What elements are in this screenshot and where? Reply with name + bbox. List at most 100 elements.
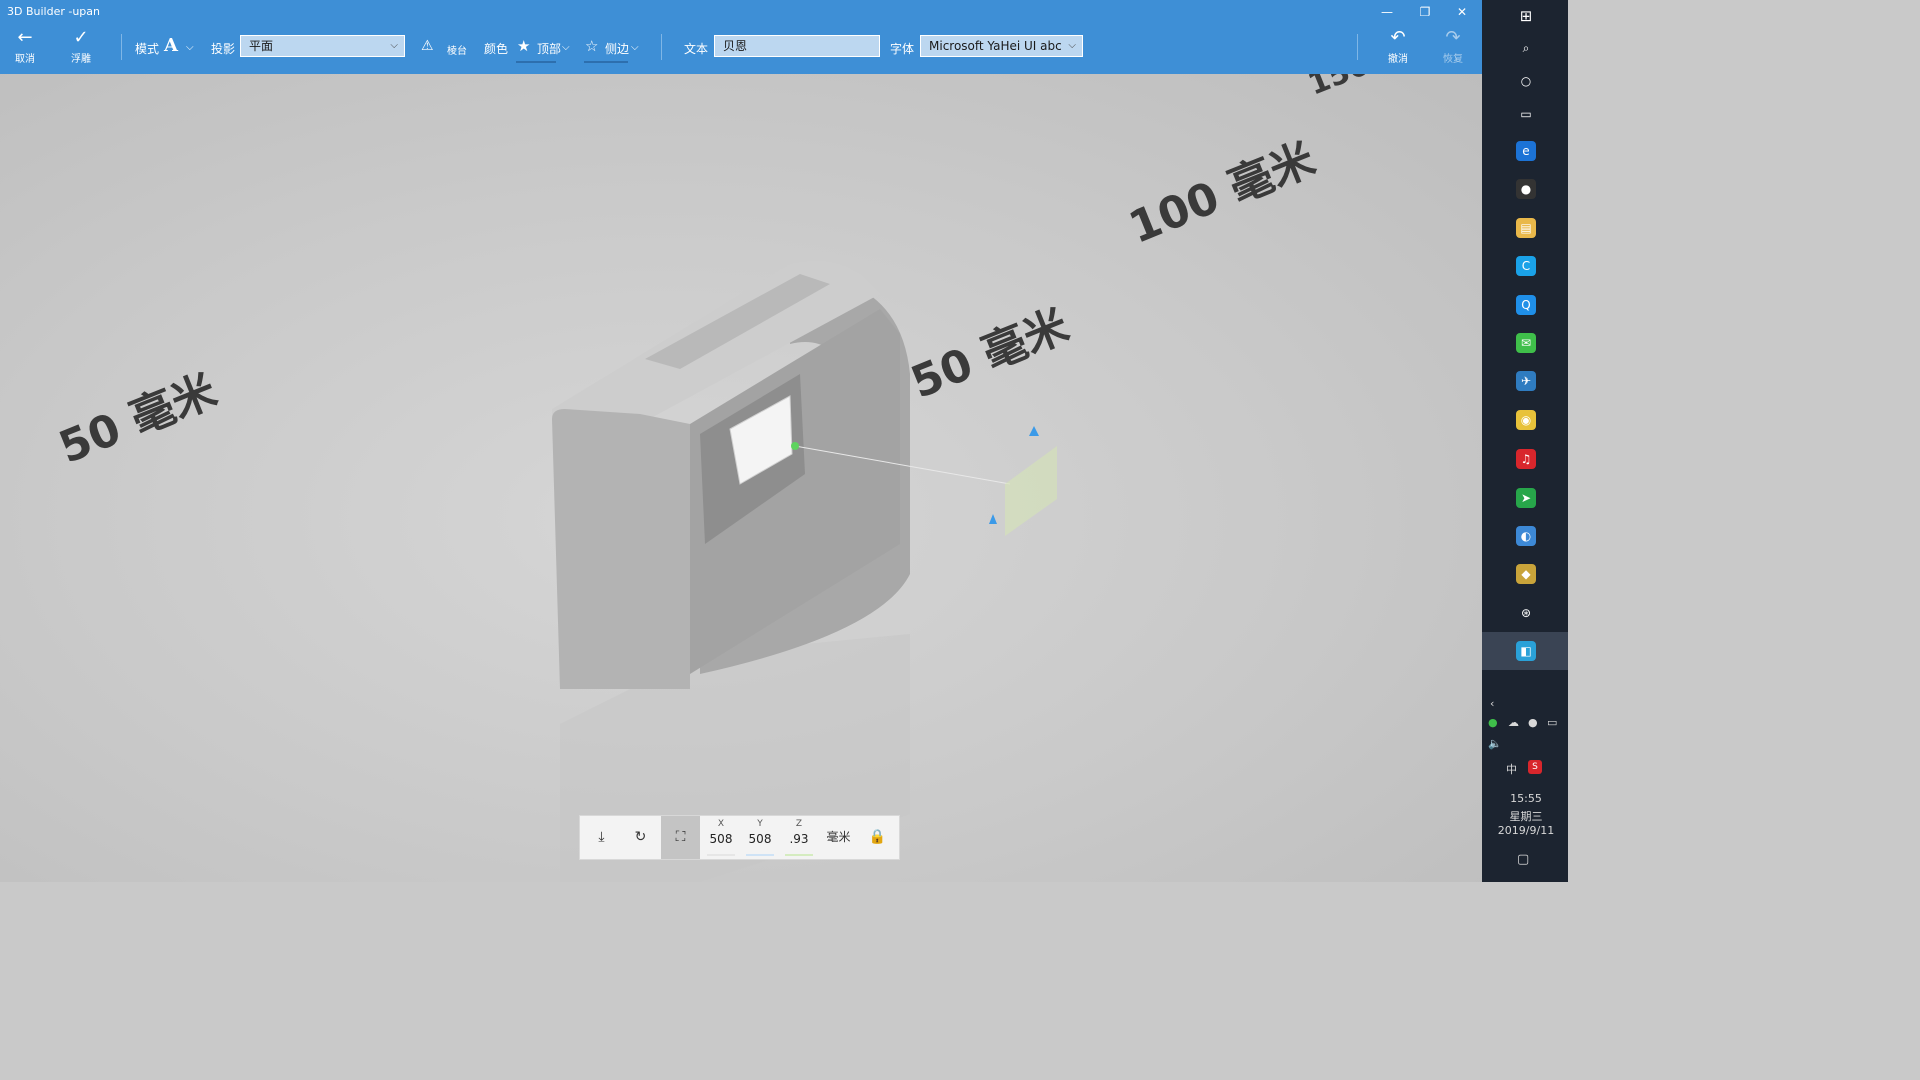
- side-color-underline: [584, 61, 628, 63]
- file-explorer-icon[interactable]: ▤: [1516, 218, 1536, 238]
- network-tray-icon[interactable]: ▭: [1547, 716, 1557, 729]
- top-color-underline: [516, 61, 556, 63]
- window-title: 3D Builder -upan: [7, 5, 101, 18]
- chevron-down-icon[interactable]: ⌵: [186, 42, 194, 53]
- windows-start-icon[interactable]: ⊞: [1516, 6, 1536, 26]
- emboss-label: 浮雕: [71, 54, 91, 65]
- cortana-icon[interactable]: ○: [1516, 71, 1536, 91]
- x-axis-label: X: [717, 819, 725, 829]
- chrome-icon[interactable]: ◉: [1516, 410, 1536, 430]
- qq-browser-icon[interactable]: Q: [1516, 295, 1536, 315]
- task-view-icon[interactable]: ▭: [1516, 104, 1536, 124]
- model-front-face: [552, 409, 690, 689]
- gizmo-handle[interactable]: [791, 442, 799, 450]
- rotate-icon[interactable]: ↻: [621, 816, 660, 859]
- minimize-button[interactable]: —: [1373, 2, 1401, 22]
- toolbar: ← 取消 ✓ 浮雕 模式 A ⌵ 投影 平面 ⌵ ⚠ 棱台 颜色 ★ 顶部 ⌵ …: [0, 24, 1482, 74]
- x-coordinate[interactable]: X 508: [701, 816, 741, 859]
- top-color-label[interactable]: 顶部: [537, 40, 561, 57]
- netease-music-icon[interactable]: ♫: [1516, 449, 1536, 469]
- star-outline-icon[interactable]: ☆: [585, 37, 598, 55]
- app-window: 3D Builder -upan — ❐ ✕ ← 取消 ✓ 浮雕 模式 A ⌵ …: [0, 0, 1482, 882]
- chevron-left-icon[interactable]: ‹: [1490, 697, 1494, 710]
- back-arrow-icon: ←: [17, 27, 33, 48]
- clock-time[interactable]: 15:55: [1496, 792, 1556, 805]
- chevron-down-icon[interactable]: ⌵: [631, 42, 639, 53]
- z-indicator: [785, 854, 813, 856]
- redo-icon: ↷: [1445, 27, 1461, 48]
- y-axis-label: Y: [757, 819, 763, 829]
- volume-icon[interactable]: 🔈: [1488, 737, 1502, 750]
- separator: [661, 34, 662, 60]
- text-label: 文本: [684, 42, 709, 56]
- send-app-icon[interactable]: ➤: [1516, 488, 1536, 508]
- font-select[interactable]: Microsoft YaHei UI abc ⌵: [920, 35, 1083, 57]
- checkmark-icon: ✓: [73, 27, 89, 48]
- gizmo-plane[interactable]: [1005, 446, 1057, 536]
- cancel-label: 取消: [15, 54, 35, 65]
- unit-selector[interactable]: 毫米: [819, 816, 858, 859]
- projection-value: 平面: [249, 39, 274, 53]
- bevel-icon[interactable]: ⚠: [421, 38, 434, 54]
- chevron-down-icon: ⌵: [1068, 40, 1076, 51]
- media-app-icon[interactable]: ◐: [1516, 526, 1536, 546]
- clock-weekday[interactable]: 星期三: [1496, 808, 1556, 824]
- cancel-button[interactable]: ← 取消: [5, 27, 45, 66]
- 3d-builder-icon[interactable]: ◧: [1516, 641, 1536, 661]
- text-value: 贝恩: [723, 39, 748, 53]
- action-center-icon[interactable]: ▢: [1517, 852, 1529, 867]
- mode-label: 模式: [135, 42, 160, 56]
- lock-icon[interactable]: 🔒: [858, 816, 897, 859]
- scale-icon[interactable]: ⛶: [661, 816, 700, 859]
- mode-dropdown[interactable]: A: [164, 35, 178, 56]
- qq-icon[interactable]: ●: [1516, 179, 1536, 199]
- qq-tray-icon[interactable]: ●: [1528, 716, 1538, 729]
- emboss-button[interactable]: ✓ 浮雕: [61, 27, 101, 66]
- wechat-tray-icon[interactable]: ●: [1488, 716, 1498, 729]
- gizmo-arrow-left-icon[interactable]: [989, 514, 997, 524]
- game-app-icon[interactable]: ◆: [1516, 564, 1536, 584]
- y-coordinate[interactable]: Y 508: [740, 816, 780, 859]
- projection-label: 投影: [211, 42, 236, 56]
- wechat-icon[interactable]: ✉: [1516, 333, 1536, 353]
- gizmo-arrow-up-icon[interactable]: [1029, 426, 1039, 436]
- text-input[interactable]: 贝恩: [714, 35, 880, 57]
- z-value: .93: [789, 832, 809, 846]
- title-bar: 3D Builder -upan — ❐ ✕: [0, 0, 1482, 24]
- chevron-down-icon[interactable]: ⌵: [562, 42, 570, 53]
- color-label: 颜色: [484, 42, 509, 56]
- font-value: Microsoft YaHei UI abc: [929, 39, 1062, 53]
- search-icon[interactable]: ⌕: [1516, 38, 1536, 58]
- chevron-down-icon: ⌵: [390, 40, 398, 51]
- transform-toolbar: ⤓ ↻ ⛶ X 508 Y 508 Z .93 毫米 🔒: [579, 815, 900, 860]
- separator: [121, 34, 122, 60]
- z-axis-label: Z: [795, 819, 803, 829]
- undo-button[interactable]: ↶ 撤消: [1378, 27, 1418, 66]
- projection-select[interactable]: 平面 ⌵: [240, 35, 405, 57]
- z-coordinate[interactable]: Z .93: [779, 816, 819, 859]
- star-filled-icon[interactable]: ★: [517, 37, 530, 55]
- x-value: 508: [709, 832, 733, 846]
- undo-icon: ↶: [1390, 27, 1406, 48]
- clock-date[interactable]: 2019/9/11: [1496, 824, 1556, 837]
- side-color-label[interactable]: 侧边: [605, 40, 629, 57]
- browser-c-icon[interactable]: C: [1516, 256, 1536, 276]
- font-label: 字体: [890, 42, 915, 56]
- redo-label: 恢复: [1443, 54, 1463, 65]
- y-indicator: [746, 854, 774, 856]
- y-value: 508: [748, 832, 772, 846]
- cloud-tray-icon[interactable]: ☁: [1508, 716, 1519, 729]
- move-icon[interactable]: ⤓: [582, 816, 621, 859]
- restore-button[interactable]: ❐: [1411, 2, 1439, 22]
- obs-icon[interactable]: ⊛: [1516, 603, 1536, 623]
- x-indicator: [707, 854, 735, 856]
- bevel-label: 棱台: [447, 46, 467, 57]
- close-button[interactable]: ✕: [1448, 2, 1476, 22]
- ime-indicator[interactable]: 中: [1506, 761, 1517, 777]
- edge-icon[interactable]: e: [1516, 141, 1536, 161]
- bird-app-icon[interactable]: ✈: [1516, 371, 1536, 391]
- undo-label: 撤消: [1388, 54, 1408, 65]
- sogou-input-icon[interactable]: S: [1528, 760, 1542, 774]
- 3d-viewport[interactable]: 50 毫米 50 毫米 100 毫米 150: [0, 74, 1482, 882]
- redo-button[interactable]: ↷ 恢复: [1433, 27, 1473, 66]
